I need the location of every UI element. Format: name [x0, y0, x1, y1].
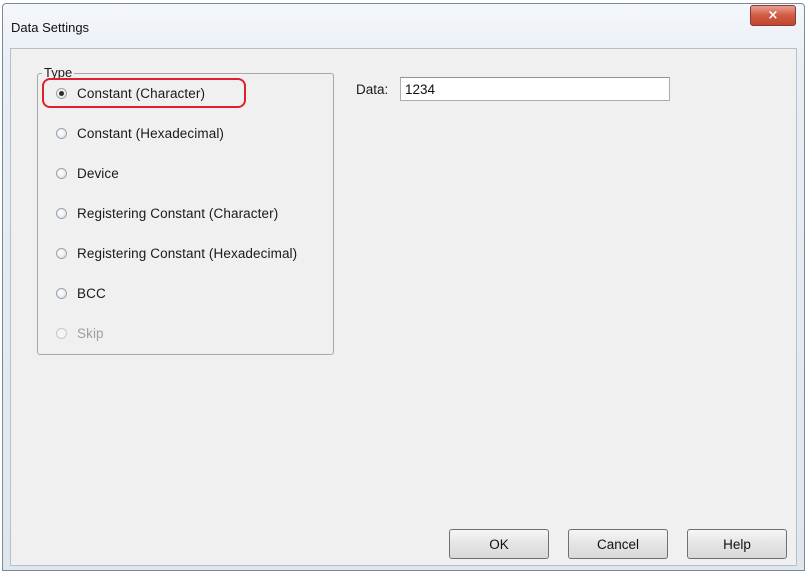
radio-constant-character[interactable]: Constant (Character): [56, 83, 205, 103]
dialog-window: Data Settings × Type Constant (Character…: [2, 3, 805, 571]
radio-unchecked-icon[interactable]: [56, 247, 67, 259]
radio-label: BCC: [77, 285, 106, 301]
radio-unchecked-icon[interactable]: [56, 287, 67, 299]
radio-label: Registering Constant (Hexadecimal): [77, 245, 298, 261]
radio-device[interactable]: Device: [56, 163, 119, 183]
data-label: Data:: [356, 82, 389, 97]
cancel-button[interactable]: Cancel: [568, 529, 668, 559]
ok-button[interactable]: OK: [449, 529, 549, 559]
radio-unchecked-icon[interactable]: [56, 167, 67, 179]
close-icon: ×: [767, 8, 779, 23]
radio-label: Device: [77, 165, 119, 181]
window-title: Data Settings: [11, 20, 90, 35]
ok-button-label: OK: [489, 536, 509, 552]
dialog-body: Type Constant (Character) Constant (Hexa…: [10, 48, 797, 566]
title-bar[interactable]: Data Settings ×: [3, 4, 804, 48]
radio-disabled-icon: [56, 327, 67, 339]
close-button[interactable]: ×: [750, 5, 796, 26]
radio-unchecked-icon[interactable]: [56, 127, 67, 139]
radio-skip: Skip: [56, 323, 104, 343]
data-input[interactable]: [400, 77, 670, 101]
radio-label: Registering Constant (Character): [77, 205, 279, 221]
radio-label: Skip: [77, 325, 104, 341]
radio-label: Constant (Character): [77, 85, 206, 101]
radio-checked-icon[interactable]: [56, 87, 67, 99]
radio-unchecked-icon[interactable]: [56, 207, 67, 219]
radio-constant-hexadecimal[interactable]: Constant (Hexadecimal): [56, 123, 224, 143]
type-groupbox: Type Constant (Character) Constant (Hexa…: [37, 65, 334, 355]
radio-registering-constant-character[interactable]: Registering Constant (Character): [56, 203, 278, 223]
cancel-button-label: Cancel: [596, 536, 640, 552]
help-button[interactable]: Help: [687, 529, 787, 559]
radio-bcc[interactable]: BCC: [56, 283, 106, 303]
radio-label: Constant (Hexadecimal): [77, 125, 225, 141]
help-button-label: Help: [723, 536, 751, 552]
radio-registering-constant-hexadecimal[interactable]: Registering Constant (Hexadecimal): [56, 243, 297, 263]
